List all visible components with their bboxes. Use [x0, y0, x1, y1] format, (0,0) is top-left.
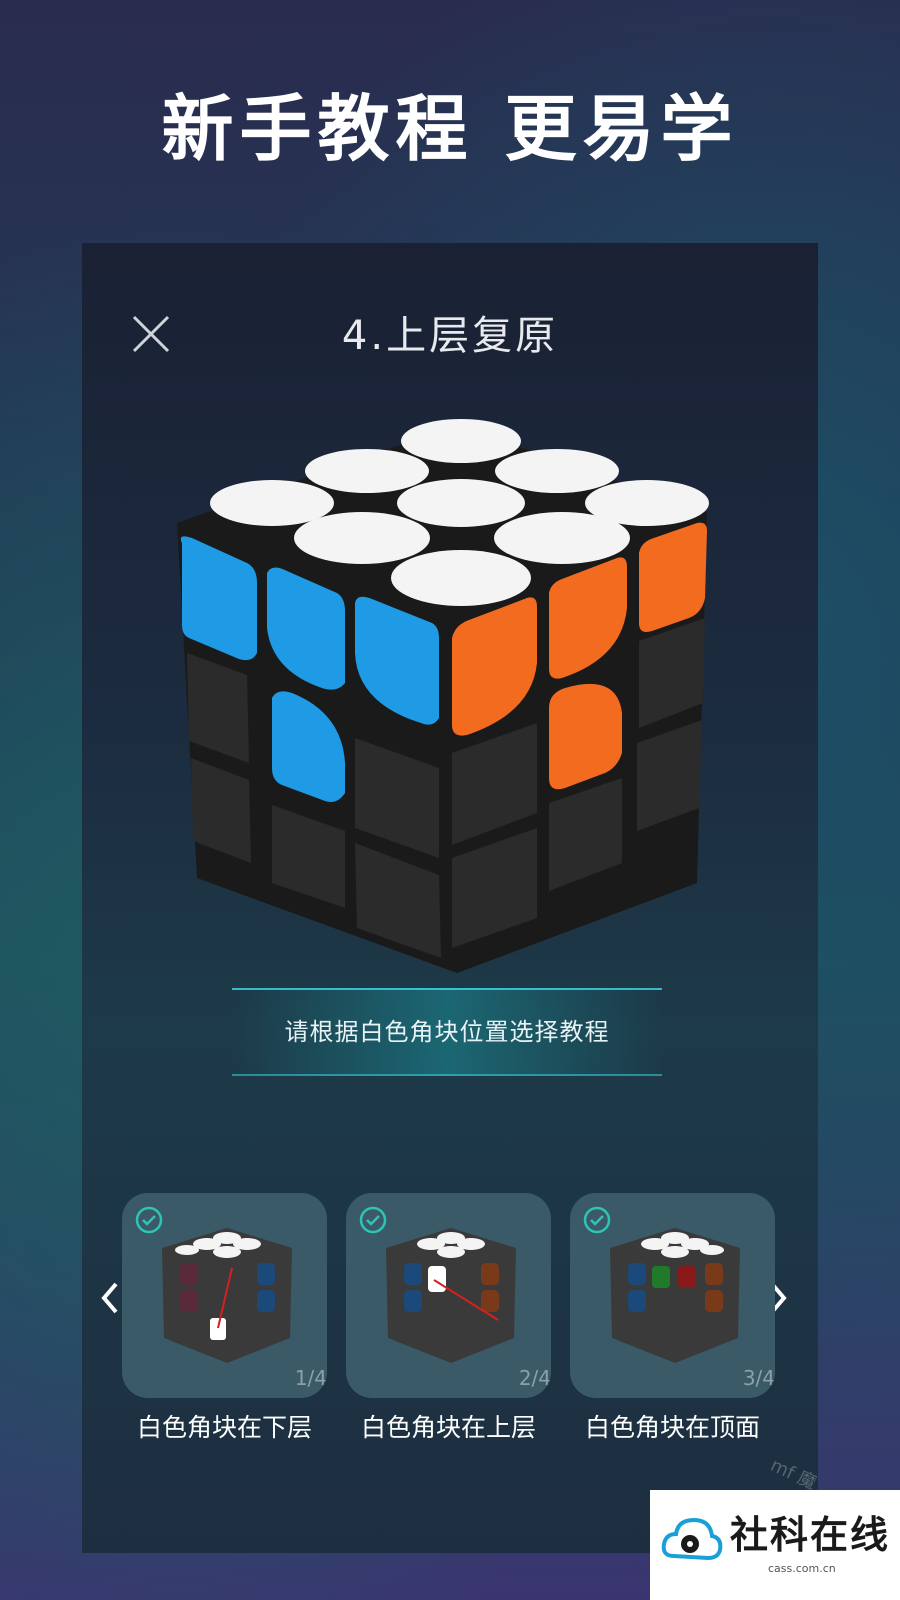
- hint-text: 请根据白色角块位置选择教程: [284, 1018, 610, 1046]
- tutorial-card-3[interactable]: 3/4: [570, 1193, 775, 1398]
- card-label-3: 白色角块在顶面: [584, 1413, 760, 1442]
- page-indicator: 3/4: [742, 1366, 775, 1390]
- mini-cube-icon: [162, 1228, 292, 1363]
- card-label-1: 白色角块在下层: [136, 1413, 312, 1442]
- chevron-left-icon[interactable]: [96, 1278, 124, 1318]
- brand-name: 社科在线: [730, 1513, 891, 1557]
- phone-screen: 4.上层复原 请根据白色角块位置选择教程 1/4 白色角块在下层 2/4 白色角…: [82, 243, 818, 1553]
- brand-logo: 社科在线 cass.com.cn: [650, 1490, 900, 1600]
- hint-banner: 请根据白色角块位置选择教程: [232, 988, 662, 1076]
- brand-domain: cass.com.cn: [768, 1562, 836, 1575]
- tutorial-card-1[interactable]: 1/4: [122, 1193, 327, 1398]
- card-label-2: 白色角块在上层: [360, 1413, 536, 1442]
- tutorial-card-2[interactable]: 2/4: [346, 1193, 551, 1398]
- page-indicator: 2/4: [518, 1366, 551, 1390]
- mini-cube-icon: [386, 1228, 516, 1363]
- headline: 新手教程 更易学: [161, 87, 739, 171]
- page-indicator: 1/4: [294, 1366, 327, 1390]
- page-title: 4.上层复原: [341, 313, 559, 359]
- mini-cube-icon: [610, 1228, 740, 1363]
- cloud-eye-icon: [661, 1517, 723, 1561]
- cube-illustration: [177, 419, 709, 973]
